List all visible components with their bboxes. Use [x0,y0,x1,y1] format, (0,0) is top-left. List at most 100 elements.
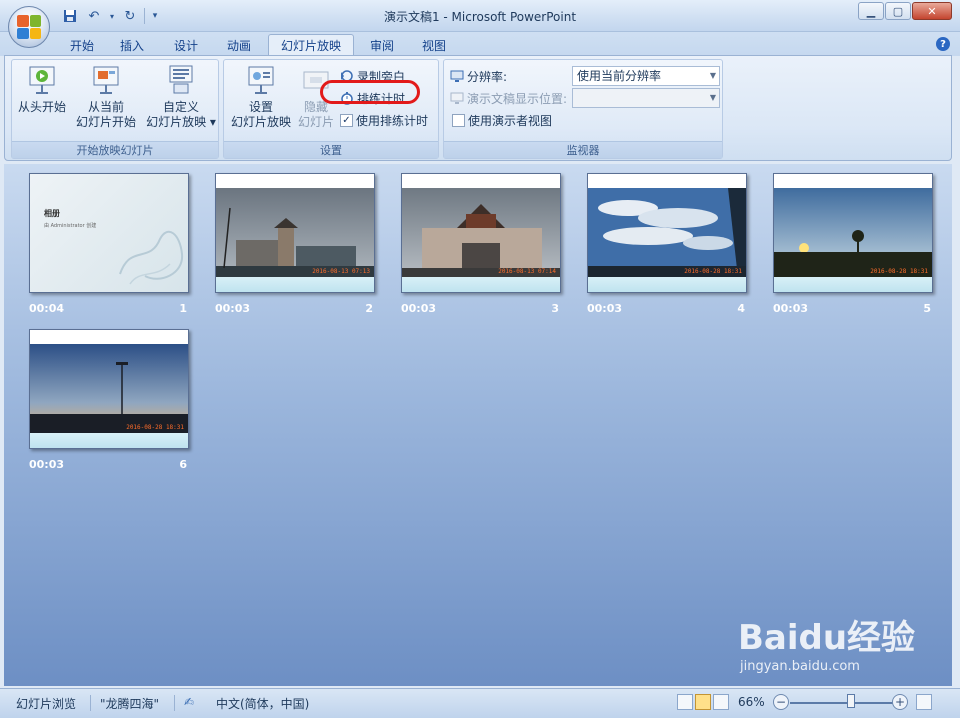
from-beginning-button[interactable]: 从头开始 [16,64,68,115]
title-bar: ↶ ▾ ↻ ▾ 演示文稿1 - Microsoft PowerPoint ▁ ▢… [0,0,960,32]
presenter-view-label: 使用演示者视图 [468,113,553,128]
setup-slide-show-button[interactable]: 设置 幻灯片放映 [228,64,294,130]
status-divider [174,695,175,711]
status-language[interactable]: 中文(简体，中国) [216,695,309,712]
slide-5-band [774,277,932,292]
zoom-in-icon[interactable]: + [892,694,908,710]
hide-slide-label-2: 幻灯片 [297,115,334,129]
resolution-label-row: 分辨率: [450,66,507,86]
slide-3-photo [402,188,560,278]
setup-show-icon [245,64,277,96]
slide-thumbnail-3[interactable]: 2016-08-13 07:14 [401,173,561,293]
slide-thumbnail-2[interactable]: 2016-08-13 07:13 [215,173,375,293]
presenter-view-checkbox[interactable]: 使用演示者视图 [452,110,552,130]
tab-review[interactable]: 审阅 [358,34,406,56]
slide-sorter: 相册 由 Administrator 创建 00:04 1 2016-08-13… [4,164,952,686]
status-view: 幻灯片浏览 [16,697,77,711]
office-button[interactable] [8,6,50,48]
resolution-dropdown[interactable]: 使用当前分辨率 ▼ [572,66,720,86]
custom-slide-show-button[interactable]: 自定义 幻灯片放映 ▾ [146,64,216,130]
tab-animations[interactable]: 动画 [215,34,263,56]
slide-6-stamp: 2016-08-28 18:31 [126,424,184,431]
custom-show-label-1: 自定义 [162,100,199,114]
resolution-label: 分辨率: [467,69,508,84]
slide-3-band [402,277,560,292]
from-current-label-1: 从当前 [87,100,124,114]
slide-4-stamp: 2016-08-28 18:31 [684,268,742,275]
slide-4-band [588,277,746,292]
tab-home[interactable]: 开始 [58,34,106,56]
slide-1-title: 相册 [44,209,60,218]
status-theme: "龙腾四海" [100,697,160,711]
normal-view-icon[interactable] [677,694,693,710]
baidu-watermark: Baidu经验 jingyan.baidu.com [738,610,915,674]
close-button[interactable]: ✕ [912,2,952,20]
zoom-slider-track[interactable] [790,702,896,704]
group-setup: 设置 幻灯片放映 隐藏 幻灯片 录制旁白 排练计时 ✓ 使用排练计时 设置 [223,59,439,159]
use-timings-checkbox[interactable]: ✓ 使用排练计时 [340,110,428,130]
slide-2-band [216,277,374,292]
chevron-down-icon: ▼ [709,71,716,80]
custom-show-icon [165,64,197,96]
window-title: 演示文稿1 - Microsoft PowerPoint [383,10,577,24]
dragon-pattern-icon [119,230,184,285]
slide-sorter-view-icon[interactable] [695,694,711,710]
slide-5-time: 00:03 [773,302,809,315]
spell-check-icon[interactable]: ✍ [184,695,194,709]
tab-slide-show[interactable]: 幻灯片放映 [268,34,355,56]
group-start-label: 开始放映幻灯片 [12,141,218,158]
presentation-current-icon [90,64,122,96]
zoom-slider-thumb[interactable] [847,694,855,708]
slide-4-number: 4 [737,302,745,315]
hide-slide-label-1: 隐藏 [303,100,328,114]
status-divider [90,695,91,711]
slide-6-number: 6 [179,458,187,471]
slide-thumbnail-5[interactable]: 2016-08-28 18:31 [773,173,933,293]
slide-show-view-icon[interactable] [713,694,729,710]
slide-thumbnail-4[interactable]: 2016-08-28 18:31 [587,173,747,293]
slide-thumbnail-6[interactable]: 2016-08-28 18:31 [29,329,189,449]
group-setup-label: 设置 [224,141,438,158]
slide-2-number: 2 [365,302,373,315]
slide-2-time: 00:03 [215,302,251,315]
slide-6-meta: 00:03 6 [29,458,189,471]
maximize-button[interactable]: ▢ [885,2,911,20]
slide-1-number: 1 [179,302,187,315]
fit-to-window-icon[interactable] [916,694,932,710]
monitor-icon [450,69,464,83]
show-on-label-row: 演示文稿显示位置: [450,88,567,108]
slide-1-meta: 00:04 1 [29,302,189,315]
slide-2-photo [216,188,374,278]
zoom-level[interactable]: 66% [738,695,765,709]
slide-2-stamp: 2016-08-13 07:13 [312,268,370,275]
tab-design[interactable]: 设计 [162,34,210,56]
minimize-button[interactable]: ▁ [858,2,884,20]
slide-thumbnail-1[interactable]: 相册 由 Administrator 创建 [29,173,189,293]
tab-view[interactable]: 视图 [410,34,458,56]
resolution-value: 使用当前分辨率 [577,69,662,83]
slide-3-time: 00:03 [401,302,437,315]
status-bar: 幻灯片浏览 "龙腾四海" ✍ 中文(简体，中国) 66% − + [0,688,960,718]
from-current-button[interactable]: 从当前 幻灯片开始 [74,64,138,130]
presentation-play-icon [26,64,58,96]
office-logo-icon [17,15,41,39]
ribbon-tabs: 开始 插入 设计 动画 幻灯片放映 审阅 视图 ? [0,32,960,56]
tab-insert[interactable]: 插入 [108,34,156,56]
slide-3-meta: 00:03 3 [401,302,561,315]
slide-5-stamp: 2016-08-28 18:31 [870,268,928,275]
show-on-dropdown[interactable]: ▼ [572,88,720,108]
setup-show-label-2: 幻灯片放映 [230,115,291,129]
ribbon: 从头开始 从当前 幻灯片开始 自定义 幻灯片放映 ▾ 开始放映幻灯片 设置 幻灯… [4,55,952,161]
use-timings-check-icon: ✓ [340,113,353,127]
zoom-out-icon[interactable]: − [773,694,789,710]
chevron-down-icon: ▼ [709,93,716,102]
group-monitors-label: 监视器 [444,141,722,158]
help-icon[interactable]: ? [936,37,950,51]
slide-3-stamp: 2016-08-13 07:14 [498,268,556,275]
display-icon [450,91,464,105]
custom-show-label-2: 幻灯片放映 ▾ [146,115,216,129]
slide-2-meta: 00:03 2 [215,302,375,315]
group-monitors: 分辨率: 使用当前分辨率 ▼ 演示文稿显示位置: ▼ 使用演示者视图 监视器 [443,59,723,159]
from-beginning-label: 从头开始 [17,100,66,114]
slide-4-photo [588,188,746,278]
